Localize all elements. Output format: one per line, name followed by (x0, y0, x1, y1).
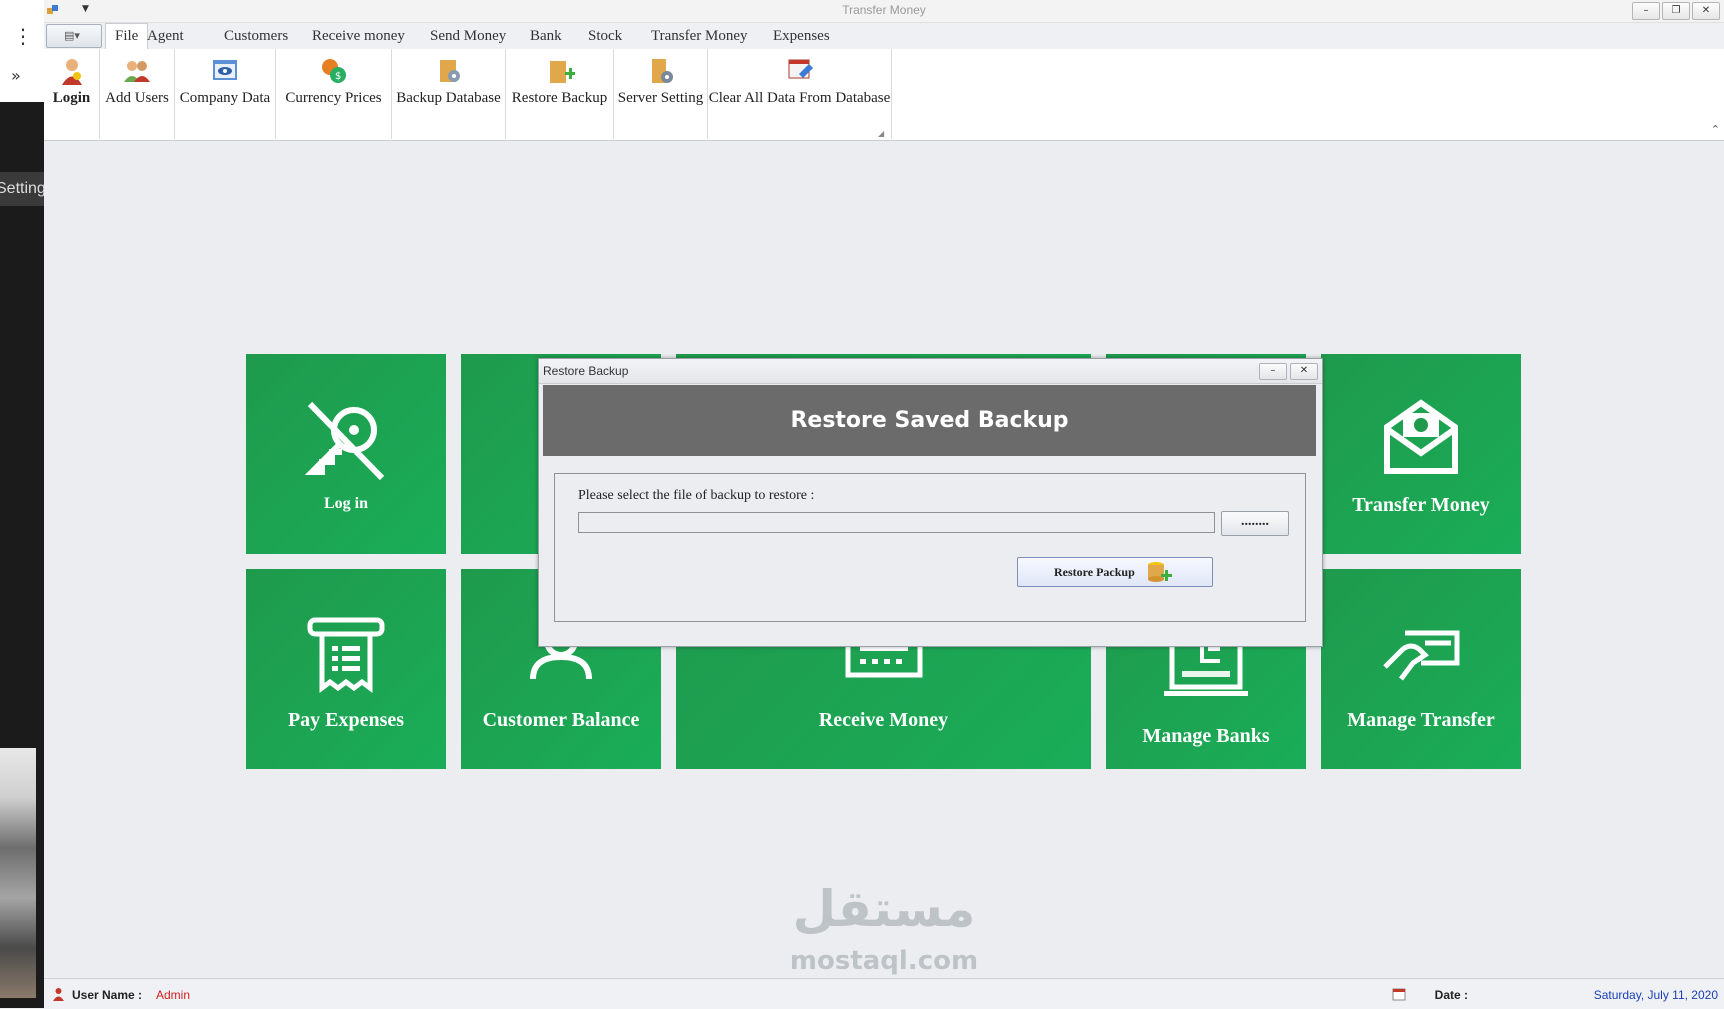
backup-database-button[interactable]: Backup Database (392, 49, 506, 139)
date-label: Date : (1434, 988, 1468, 1002)
login-icon (61, 59, 82, 85)
backup-file-path-input[interactable] (578, 512, 1215, 533)
clear-all-data-button[interactable]: Clear All Data From Database ◢ (708, 49, 892, 139)
watermark-arabic: مستقل (792, 880, 976, 938)
date-value: Saturday, July 11, 2020 (1593, 988, 1718, 1002)
users-icon (124, 61, 150, 82)
close-button[interactable]: ✕ (1692, 2, 1720, 20)
application-menu-button[interactable]: ▤▾ (46, 24, 102, 48)
dialog-title-bar: Restore Backup – ✕ (539, 359, 1322, 384)
tab-expenses[interactable]: Expenses (773, 28, 830, 45)
dialog-header: Restore Saved Backup (543, 385, 1316, 456)
ribbon-tabs: ▤▾ File Agent Customers Receive money Se… (44, 23, 1724, 50)
tab-transfer-money[interactable]: Transfer Money (651, 28, 748, 45)
dialog-close-button[interactable]: ✕ (1290, 363, 1318, 380)
background-photo (0, 748, 36, 998)
tab-customers[interactable]: Customers (224, 28, 288, 45)
tile-pay-expenses-label: Pay Expenses (287, 709, 405, 731)
status-bar: User Name : Admin Date : Saturday, July … (44, 978, 1724, 1009)
envelope-money-icon (1384, 399, 1458, 474)
calendar-icon (1392, 988, 1406, 1001)
currency-prices-label: Currency Prices (285, 90, 382, 106)
tile-manage-transfer[interactable]: Manage Transfer (1321, 569, 1521, 769)
tab-send-money[interactable]: Send Money (430, 28, 506, 45)
server-setting-label: Server Setting (617, 90, 704, 106)
tile-login[interactable]: Log in (246, 354, 446, 554)
tab-file[interactable]: File (105, 23, 149, 50)
tile-transfer-money[interactable]: Transfer Money (1321, 354, 1521, 554)
title-bar: ▼ Transfer Money – ❐ ✕ (44, 0, 1724, 23)
tile-pay-expenses[interactable]: Pay Expenses (246, 569, 446, 769)
restore-group-box: Please select the file of backup to rest… (554, 473, 1306, 622)
user-name-label: User Name : (72, 988, 143, 1002)
user-name-value: Admin (156, 988, 191, 1002)
tile-transfer-money-label: Transfer Money (1352, 494, 1490, 516)
restore-backup-icon (549, 61, 575, 83)
menu-icon: ▤▾ (64, 29, 80, 42)
collapse-ribbon-icon[interactable]: ⌃ (1711, 123, 1720, 136)
tile-login-label: Log in (323, 495, 368, 512)
svg-text:$: $ (335, 71, 341, 82)
settings-tab[interactable]: Settings (0, 172, 44, 206)
server-setting-icon (651, 59, 673, 83)
browse-button[interactable]: ........ (1221, 511, 1289, 536)
restore-backup-dialog: Restore Backup – ✕ Restore Saved Backup … (538, 358, 1323, 647)
tile-receive-money-label: Receive Money (818, 709, 949, 731)
server-setting-button[interactable]: Server Setting (614, 49, 708, 139)
ribbon-panel: Login Add Users Company Data $ Currency … (44, 49, 1724, 141)
card-hand-icon (1383, 630, 1460, 681)
currency-icon: $ (321, 59, 346, 83)
window-title: Transfer Money (842, 3, 926, 17)
side-panel: ⋮ » Settings (0, 0, 45, 1008)
no-key-icon (304, 401, 385, 481)
login-button[interactable]: Login (44, 49, 100, 139)
backup-database-icon (439, 60, 460, 82)
tab-stock[interactable]: Stock (588, 28, 622, 45)
tile-customer-balance-label: Customer Balance (482, 709, 640, 731)
select-file-prompt: Please select the file of backup to rest… (578, 488, 815, 503)
receipt-icon (307, 617, 385, 693)
tab-agent[interactable]: Agent (147, 28, 184, 45)
dialog-minimize-button[interactable]: – (1259, 363, 1287, 380)
tile-manage-banks-label: Manage Banks (1142, 725, 1270, 747)
restore-window-button[interactable]: ❐ (1662, 2, 1690, 20)
company-data-icon (213, 60, 237, 80)
dialog-title: Restore Backup (543, 364, 629, 378)
restore-backup-label: Restore Backup (511, 90, 608, 106)
company-data-button[interactable]: Company Data (175, 49, 276, 139)
database-add-icon (1148, 562, 1172, 582)
group-launcher-icon[interactable]: ◢ (878, 129, 884, 138)
expand-icon[interactable]: » (11, 66, 21, 85)
add-users-button[interactable]: Add Users (100, 49, 175, 139)
clear-data-icon (788, 59, 813, 79)
more-options-icon[interactable]: ⋮ (13, 26, 33, 46)
bank-icon (1164, 641, 1248, 696)
add-users-label: Add Users (105, 90, 169, 106)
restore-packup-button[interactable]: Restore Packup (1017, 557, 1213, 587)
watermark-latin: mostaql.com (789, 946, 979, 976)
minimize-button[interactable]: – (1632, 2, 1660, 20)
clear-all-data-label: Clear All Data From Database (708, 90, 891, 106)
backup-database-label: Backup Database (396, 90, 501, 106)
company-data-label: Company Data (179, 90, 271, 106)
restore-backup-button[interactable]: Restore Backup (506, 49, 614, 139)
restore-packup-label: Restore Packup (1054, 565, 1135, 579)
user-icon (53, 988, 64, 1001)
currency-prices-button[interactable]: $ Currency Prices (276, 49, 392, 139)
tab-receive-money[interactable]: Receive money (312, 28, 405, 45)
tab-bank[interactable]: Bank (530, 28, 562, 45)
side-panel-toolbar: ⋮ » (0, 0, 45, 102)
application-window: ▼ Transfer Money – ❐ ✕ ▤▾ File Agent Cus… (44, 0, 1724, 1009)
tile-manage-transfer-label: Manage Transfer (1347, 709, 1495, 731)
login-label: Login (52, 90, 91, 106)
